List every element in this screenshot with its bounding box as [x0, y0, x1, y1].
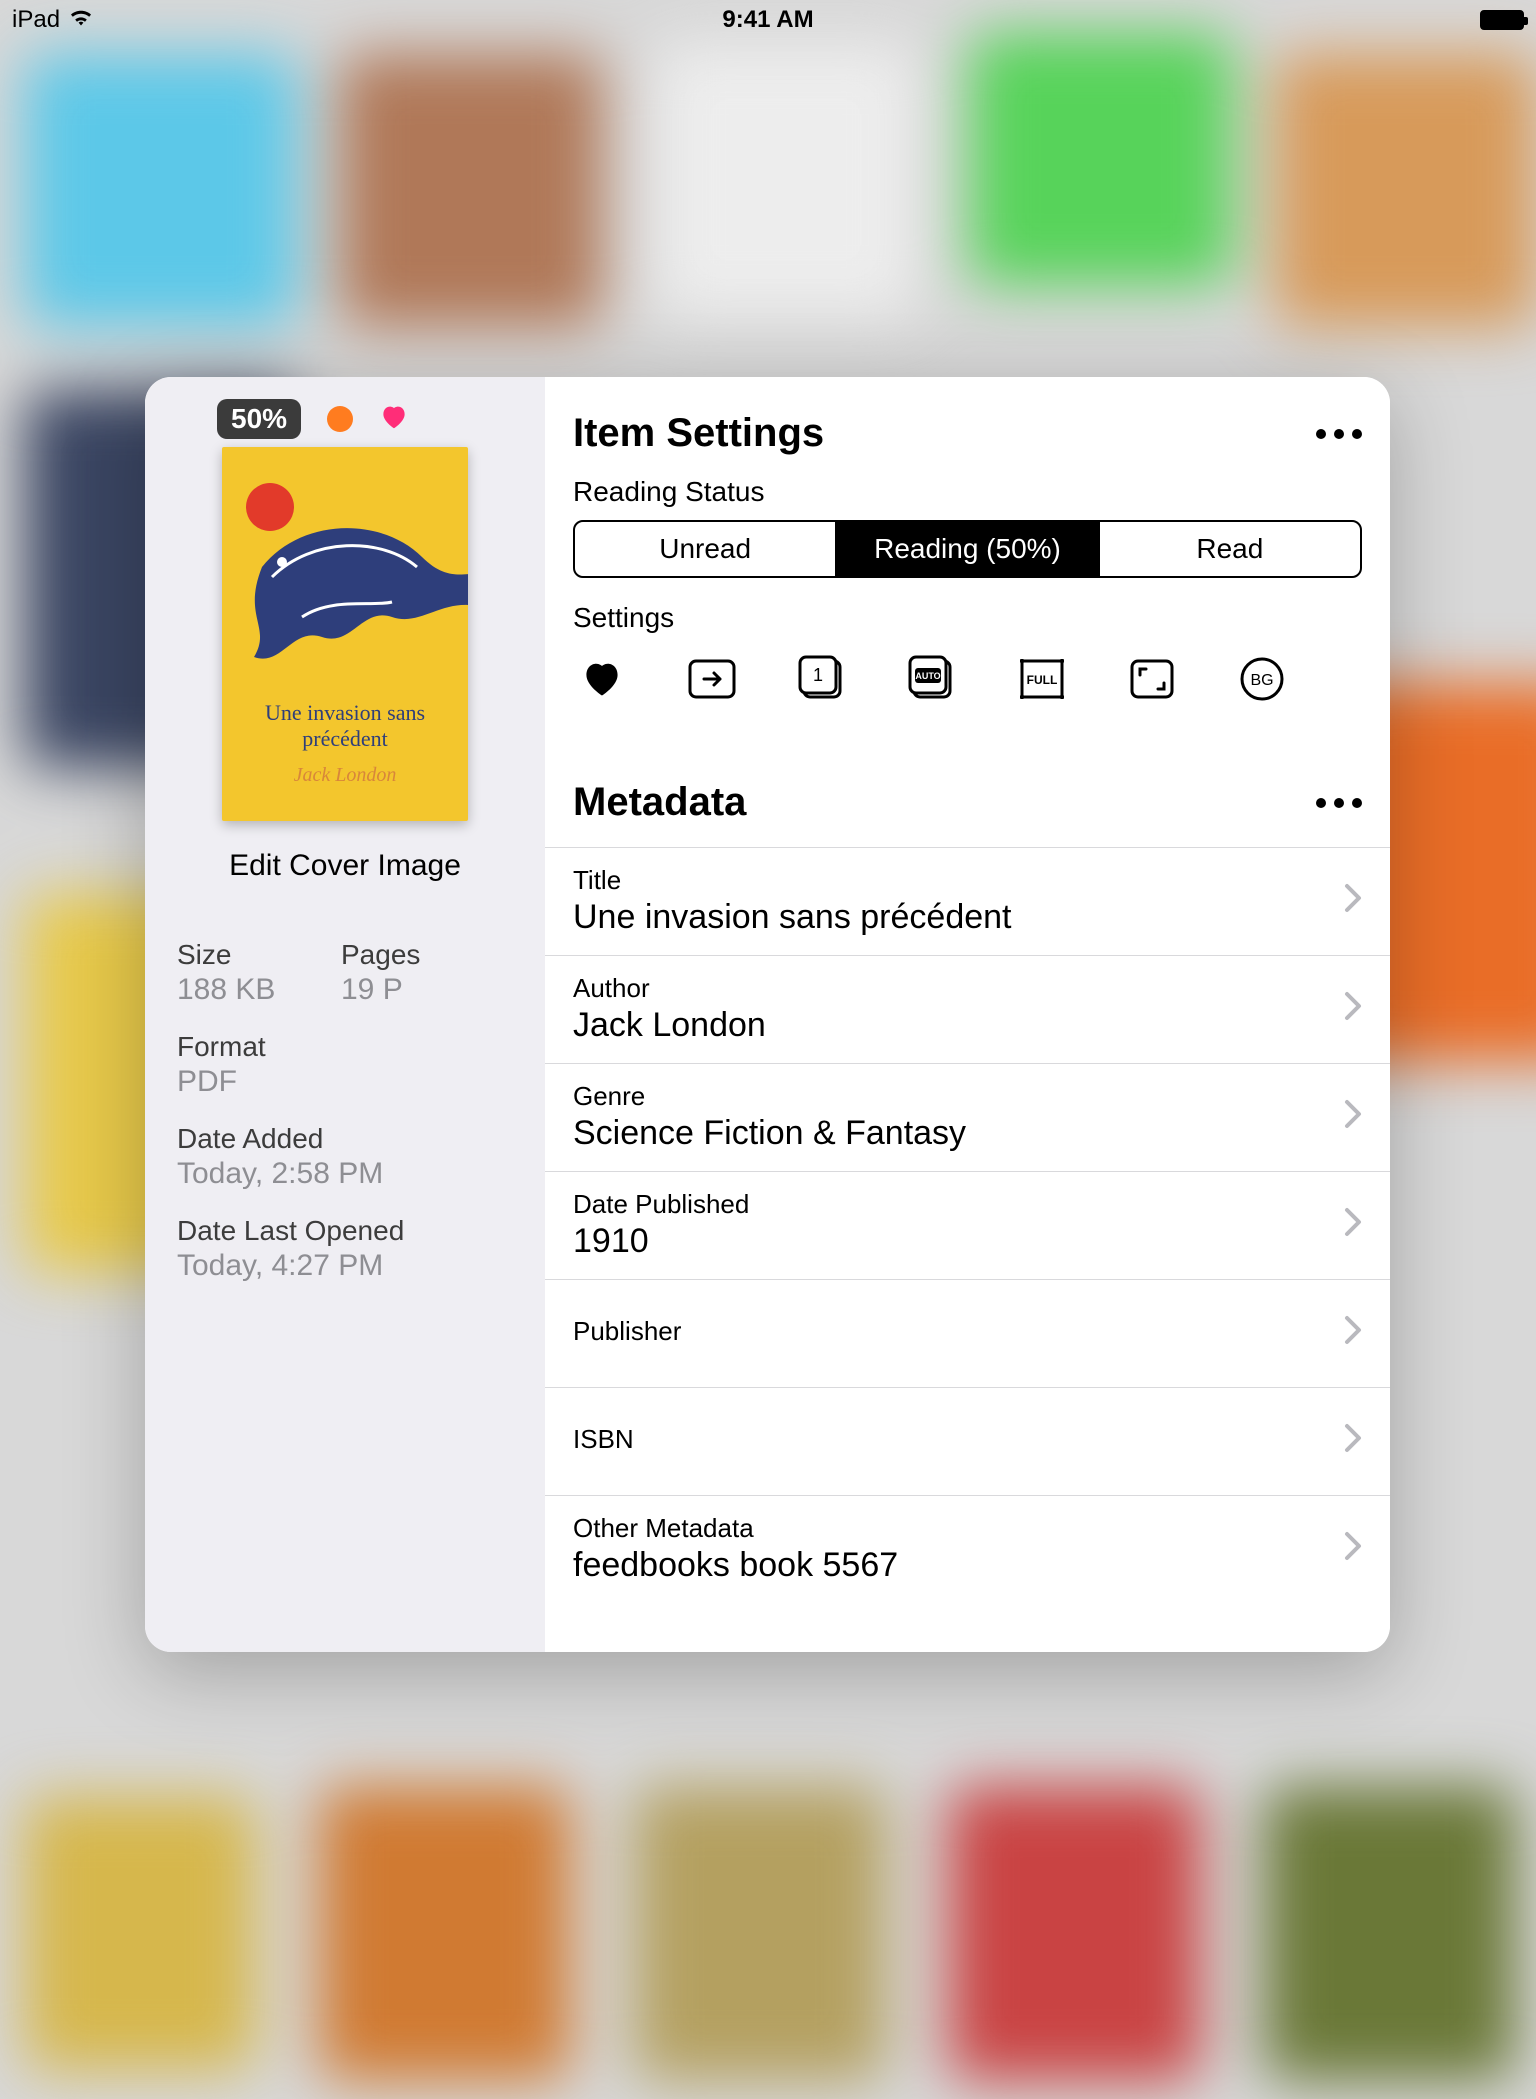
format-label: Format [177, 1031, 519, 1063]
chevron-right-icon [1344, 1531, 1362, 1566]
svg-text:FULL: FULL [1027, 673, 1058, 687]
chevron-right-icon [1344, 1315, 1362, 1350]
segment-unread[interactable]: Unread [575, 522, 837, 576]
svg-text:AUTO: AUTO [915, 671, 940, 681]
chevron-right-icon [1344, 1423, 1362, 1458]
meta-label: Title [573, 865, 1012, 896]
full-mode-icon[interactable]: FULL [1013, 652, 1071, 706]
meta-label: Other Metadata [573, 1513, 898, 1544]
meta-label: Date Published [573, 1189, 749, 1220]
svg-text:BG: BG [1250, 672, 1273, 689]
favorite-toggle[interactable] [573, 652, 631, 706]
svg-text:1: 1 [813, 665, 823, 685]
meta-value: Jack London [573, 1006, 766, 1045]
date-opened-label: Date Last Opened [177, 1215, 519, 1247]
left-pane: 50% Une invasion sans précédent Jack Lon… [145, 377, 545, 1652]
pages-value: 19 P [341, 973, 481, 1007]
segment-reading[interactable]: Reading (50%) [837, 522, 1099, 576]
metadata-row-date-published[interactable]: Date Published 1910 [545, 1171, 1390, 1279]
status-dot-icon [327, 406, 353, 432]
more-icon[interactable] [1316, 429, 1362, 439]
chevron-right-icon [1344, 1207, 1362, 1242]
edit-cover-button[interactable]: Edit Cover Image [229, 849, 461, 883]
metadata-row-author[interactable]: Author Jack London [545, 955, 1390, 1063]
book-cover[interactable]: Une invasion sans précédent Jack London [222, 447, 468, 821]
item-settings-title: Item Settings [573, 411, 824, 456]
clock: 9:41 AM [722, 6, 813, 34]
progress-badge: 50% [217, 399, 301, 439]
metadata-row-other[interactable]: Other Metadata feedbooks book 5567 [545, 1495, 1390, 1603]
item-settings-header: Item Settings [545, 377, 1390, 466]
size-value: 188 KB [177, 973, 317, 1007]
metadata-row-genre[interactable]: Genre Science Fiction & Fantasy [545, 1063, 1390, 1171]
favorite-heart-icon [379, 402, 409, 437]
meta-value: Une invasion sans précédent [573, 898, 1012, 937]
cover-title: Une invasion sans précédent [222, 700, 468, 751]
battery-icon [1480, 10, 1524, 30]
metadata-list: Title Une invasion sans précédent Author… [545, 847, 1390, 1603]
pages-label: Pages [341, 939, 481, 971]
file-info: Size 188 KB Pages 19 P Format PDF Date A… [171, 939, 519, 1283]
item-settings-modal: 50% Une invasion sans précédent Jack Lon… [145, 377, 1390, 1652]
auto-mode-icon[interactable]: AUTO [903, 652, 961, 706]
cover-badges: 50% [217, 399, 409, 439]
wifi-icon [68, 6, 94, 34]
settings-label: Settings [545, 602, 1390, 634]
chevron-right-icon [1344, 1099, 1362, 1134]
meta-label: Genre [573, 1081, 966, 1112]
meta-label: Publisher [573, 1316, 681, 1347]
size-label: Size [177, 939, 317, 971]
format-value: PDF [177, 1065, 519, 1099]
meta-label: Author [573, 973, 766, 1004]
metadata-row-title[interactable]: Title Une invasion sans précédent [545, 847, 1390, 955]
reading-direction-icon[interactable] [683, 652, 741, 706]
date-opened-value: Today, 4:27 PM [177, 1249, 519, 1283]
meta-value: Science Fiction & Fantasy [573, 1114, 966, 1153]
date-added-label: Date Added [177, 1123, 519, 1155]
meta-label: ISBN [573, 1424, 634, 1455]
metadata-row-publisher[interactable]: Publisher [545, 1279, 1390, 1387]
background-icon[interactable]: BG [1233, 652, 1291, 706]
metadata-more-icon[interactable] [1316, 798, 1362, 808]
chevron-right-icon [1344, 991, 1362, 1026]
chevron-right-icon [1344, 883, 1362, 918]
status-bar: iPad 9:41 AM [0, 0, 1536, 40]
page-one-icon[interactable]: 1 [793, 652, 851, 706]
cover-author: Jack London [222, 764, 468, 787]
metadata-title: Metadata [573, 780, 746, 825]
settings-icons-row: 1 AUTO FULL BG [573, 652, 1362, 706]
expand-icon[interactable] [1123, 652, 1181, 706]
metadata-header: Metadata [545, 746, 1390, 835]
reading-status-label: Reading Status [545, 476, 1390, 508]
reading-status-segmented: Unread Reading (50%) Read [573, 520, 1362, 578]
meta-value: 1910 [573, 1222, 749, 1261]
metadata-row-isbn[interactable]: ISBN [545, 1387, 1390, 1495]
segment-read[interactable]: Read [1100, 522, 1360, 576]
meta-value: feedbooks book 5567 [573, 1546, 898, 1585]
date-added-value: Today, 2:58 PM [177, 1157, 519, 1191]
dragon-art-icon [242, 507, 468, 687]
device-label: iPad [12, 6, 60, 34]
right-pane: Item Settings Reading Status Unread Read… [545, 377, 1390, 1652]
